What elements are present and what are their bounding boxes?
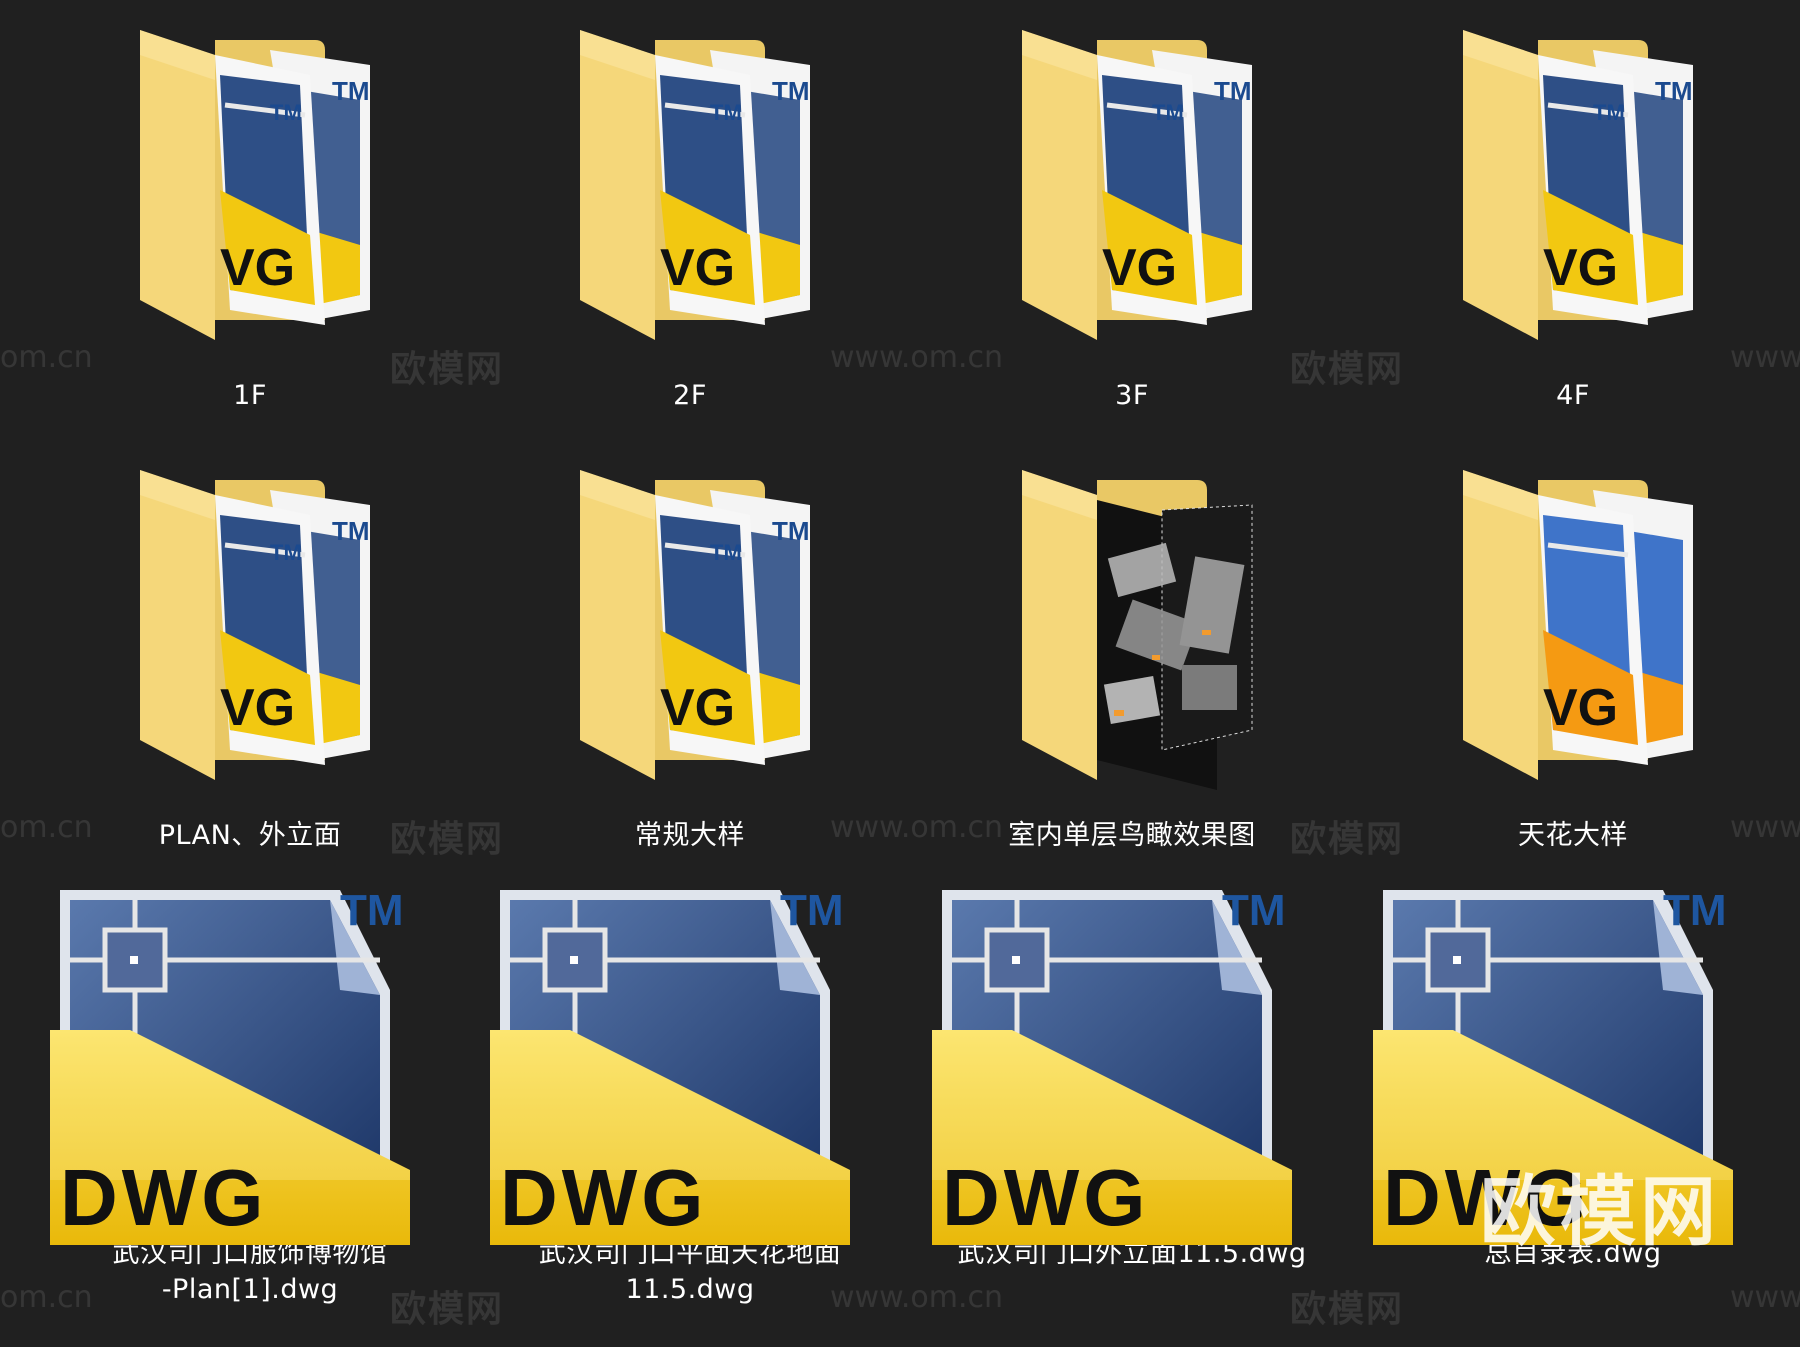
svg-text:TM: TM <box>1663 886 1727 935</box>
file-item[interactable]: TM DWG 总目录表.dwg <box>1353 880 1793 1272</box>
folder-label: 天花大样 <box>1518 820 1628 851</box>
svg-text:TM: TM <box>340 886 404 935</box>
dwg-folder-icon: TM TM VG <box>120 460 380 800</box>
svg-text:TM: TM <box>332 76 370 106</box>
render-folder-icon <box>1002 460 1262 800</box>
folder-item[interactable]: TM TM VG PLAN、外立面 <box>30 460 470 854</box>
folder-label: 1F <box>233 380 267 411</box>
svg-text:VG: VG <box>660 679 735 737</box>
svg-text:TM: TM <box>270 100 302 125</box>
orange-dwg-folder-icon: VG <box>1443 460 1703 800</box>
svg-text:TM: TM <box>1593 100 1625 125</box>
folder-label: 室内单层鸟瞰效果图 <box>1008 820 1256 851</box>
svg-text:DWG: DWG <box>60 1153 268 1242</box>
svg-text:VG: VG <box>1543 239 1618 297</box>
svg-text:DWG: DWG <box>1383 1153 1591 1242</box>
svg-text:TM: TM <box>710 100 742 125</box>
svg-text:TM: TM <box>1152 100 1184 125</box>
file-browser-grid: om.cn欧模网www.om.cn欧模网www.om.cnom.cn欧模网www… <box>0 0 1800 1347</box>
svg-text:TM: TM <box>780 886 844 935</box>
folder-item[interactable]: TM TM VG 3F <box>912 20 1352 414</box>
dwg-file-icon: TM DWG <box>480 880 900 1260</box>
svg-text:TM: TM <box>270 540 302 565</box>
folder-item[interactable]: TM TM VG 2F <box>470 20 910 414</box>
svg-text:TM: TM <box>772 516 810 546</box>
file-item[interactable]: TM DWG 武汉司门口服饰博物馆 -Plan[1].dwg <box>30 880 470 1308</box>
dwg-file-icon: TM DWG <box>40 880 460 1260</box>
svg-text:VG: VG <box>1543 679 1618 737</box>
dwg-folder-icon: TM TM VG <box>1443 20 1703 360</box>
dwg-file-icon: TM DWG <box>922 880 1342 1260</box>
svg-text:DWG: DWG <box>500 1153 708 1242</box>
svg-text:DWG: DWG <box>942 1153 1150 1242</box>
svg-text:TM: TM <box>1214 76 1252 106</box>
svg-text:TM: TM <box>710 540 742 565</box>
svg-text:VG: VG <box>1102 239 1177 297</box>
dwg-folder-icon: TM TM VG <box>1002 20 1262 360</box>
folder-item[interactable]: TM TM VG 4F <box>1353 20 1793 414</box>
folder-item[interactable]: TM TM VG 1F <box>30 20 470 414</box>
folder-label: 4F <box>1556 380 1590 411</box>
dwg-folder-icon: TM TM VG <box>560 460 820 800</box>
folder-item[interactable]: VG 天花大样 <box>1353 460 1793 854</box>
svg-text:TM: TM <box>1222 886 1286 935</box>
dwg-folder-icon: TM TM VG <box>560 20 820 360</box>
folder-label: 3F <box>1115 380 1149 411</box>
dwg-file-icon: TM DWG <box>1363 880 1783 1260</box>
svg-text:VG: VG <box>660 239 735 297</box>
svg-text:TM: TM <box>772 76 810 106</box>
file-item[interactable]: TM DWG 武汉司门口平面天花地面 11.5.dwg <box>470 880 910 1308</box>
folder-label: 2F <box>673 380 707 411</box>
watermark-text: www.om.cn <box>1730 1280 1800 1315</box>
folder-label: PLAN、外立面 <box>158 820 342 851</box>
folder-label: 常规大样 <box>635 820 745 851</box>
svg-text:TM: TM <box>1655 76 1693 106</box>
dwg-folder-icon: TM TM VG <box>120 20 380 360</box>
svg-text:VG: VG <box>220 679 295 737</box>
file-item[interactable]: TM DWG 武汉司门口外立面11.5.dwg <box>912 880 1352 1272</box>
watermark-text: 欧模网 <box>1290 1289 1405 1330</box>
svg-text:TM: TM <box>332 516 370 546</box>
svg-text:VG: VG <box>220 239 295 297</box>
folder-item[interactable]: 室内单层鸟瞰效果图 <box>912 460 1352 854</box>
folder-item[interactable]: TM TM VG 常规大样 <box>470 460 910 854</box>
